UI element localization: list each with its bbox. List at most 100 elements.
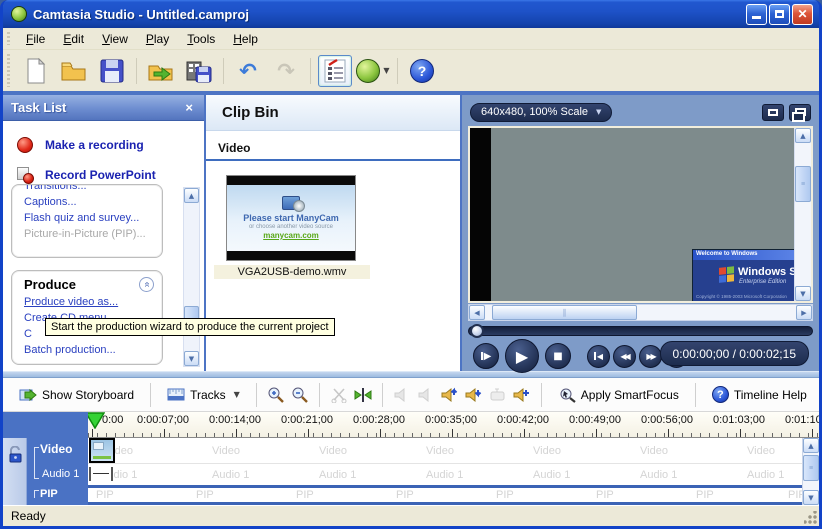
toggle-task-list-button[interactable] [318,55,352,87]
tracks-dropdown-button[interactable]: Tracks ▼ [161,384,246,406]
detach-preview-button[interactable] [789,104,811,121]
add-audio-icon[interactable] [513,387,531,403]
audio-track-row[interactable]: Audio 1 Audio 1 Audio 1 Audio 1 Audio 1 … [88,464,802,485]
toolbar-separator [382,383,383,407]
scrollbar-thumb[interactable]: ≡ [795,166,811,202]
track-watermark: PIP [496,489,514,501]
preview-vertical-scrollbar[interactable]: ▲ ≡ ▼ [794,128,811,301]
scroll-right-icon[interactable]: ▶ [796,305,812,320]
produce-video-as-link[interactable]: Produce video as... [12,294,162,310]
scrollbar-thumb[interactable]: ∥ [492,305,637,320]
scale-selector[interactable]: 640x480, 100% Scale ▼ [470,103,612,122]
playhead-marker[interactable] [88,412,105,429]
track-lock-column[interactable] [3,438,27,505]
seek-bar[interactable] [468,326,813,336]
stop-button[interactable]: ■ [545,343,571,369]
rewind-icon: ◀◀ [620,352,628,361]
undo-button[interactable]: ↶ [231,55,265,87]
ruler-tick-label: 0:00:49;00 [569,414,621,426]
pip-track-row[interactable]: PIP PIP PIP PIP PIP PIP PIP PIP [88,488,802,502]
letterbox-bar [227,251,355,260]
apply-smartfocus-button[interactable]: Apply SmartFocus [552,384,685,406]
scrollbar-thumb[interactable]: ≡ [803,455,819,481]
tracks-icon [167,387,185,403]
audio-up-icon[interactable] [441,387,459,403]
timeline-help-button[interactable]: ? Timeline Help [706,383,813,406]
batch-production-link[interactable]: Batch production... [12,342,162,358]
seek-knob[interactable] [470,324,484,338]
scroll-left-icon[interactable]: ◀ [469,305,485,320]
help-button[interactable]: ? [405,55,439,87]
track-content-area[interactable]: Video Video Video Video Video Video Vide… [88,438,802,505]
timeline-tracks: Video Audio 1 PIP Video Video Video Vide… [3,438,819,505]
produce-share-button[interactable] [182,55,216,87]
minimize-button[interactable] [746,4,767,25]
track-header-column: Video Audio 1 PIP [27,438,88,505]
new-project-button[interactable] [19,55,53,87]
scroll-up-icon[interactable]: ▲ [184,188,199,203]
task-list-close-icon[interactable]: × [182,100,196,115]
maximize-button[interactable] [769,4,790,25]
scroll-up-icon[interactable]: ▲ [803,438,819,453]
scroll-down-icon[interactable]: ▼ [184,351,199,366]
preview-horizontal-scrollbar[interactable]: ◀ ∥ ▶ [468,304,813,321]
menu-view[interactable]: View [93,30,137,48]
video-track-row[interactable]: Video Video Video Video Video Video Vide… [88,438,802,464]
section-divider [206,159,460,161]
thumb-link-text: manycam.com [263,231,319,240]
captions-link[interactable]: Captions... [12,194,162,210]
record-dot-icon [17,137,33,153]
menu-play[interactable]: Play [137,30,178,48]
scroll-up-icon[interactable]: ▲ [795,128,811,143]
smartfocus-icon [558,387,576,403]
import-media-button[interactable] [144,55,178,87]
menu-tools[interactable]: Tools [178,30,224,48]
fast-forward-button[interactable]: ▶▶ [639,345,662,368]
collapse-group-icon[interactable]: « [139,277,154,292]
maximize-icon [775,10,784,18]
horizontal-splitter[interactable] [3,371,819,378]
resize-grip-icon[interactable] [804,511,817,524]
menu-edit[interactable]: Edit [54,30,93,48]
audio-clip[interactable] [89,467,113,481]
make-a-recording-link[interactable]: Make a recording [17,137,144,153]
show-storyboard-button[interactable]: Show Storyboard [13,384,140,406]
scroll-down-icon[interactable]: ▼ [803,490,819,505]
zoom-in-icon[interactable] [267,387,285,403]
task-list-scrollbar[interactable]: ▲ ≡ ▼ [183,187,200,367]
produce-video-button[interactable]: ▼ [356,55,390,87]
clip-filename[interactable]: VGA2USB-demo.wmv [214,265,370,279]
fit-to-window-button[interactable] [762,104,784,121]
play-button[interactable]: ▶ [505,339,539,373]
video-track-label[interactable]: Video [40,442,72,456]
fit-icon [768,109,778,116]
audio-down-icon[interactable] [465,387,483,403]
split-icon[interactable] [354,387,372,403]
clip-thumbnail[interactable]: Please start ManyCam or choose another v… [226,175,356,261]
step-forward-button[interactable]: ▶ [473,343,499,369]
window-title: Camtasia Studio - Untitled.camproj [33,7,746,22]
flash-quiz-link[interactable]: Flash quiz and survey... [12,210,162,226]
new-document-icon [25,58,47,84]
record-powerpoint-link[interactable]: Record PowerPoint [17,167,156,183]
transitions-link[interactable]: Transitions... [12,184,162,194]
menu-help[interactable]: Help [224,30,267,48]
pip-track-label[interactable]: PIP [40,488,58,500]
camtasia-window: Camtasia Studio - Untitled.camproj ✕ Fil… [0,0,822,529]
video-clip[interactable] [89,438,115,463]
tracks-vertical-scrollbar[interactable]: ▲ ≡ ▼ [802,438,819,505]
zoom-out-icon[interactable] [291,387,309,403]
timeline-ruler[interactable]: 0:00 0:00:07;00 0:00:14;00 0:00:21;00 0:… [88,412,819,438]
audio-track-label[interactable]: Audio 1 [42,468,79,480]
ruler-tick-label: 0:00:28;00 [353,414,405,426]
redo-button[interactable]: ↷ [269,55,303,87]
rewind-button[interactable]: ◀◀ [613,345,636,368]
toolbar-separator [223,58,224,84]
save-project-button[interactable] [95,55,129,87]
jump-to-start-button[interactable]: ◀ [587,345,610,368]
scroll-down-icon[interactable]: ▼ [795,286,811,301]
menu-file[interactable]: File [17,30,54,48]
open-project-button[interactable] [57,55,91,87]
close-button[interactable]: ✕ [792,4,813,25]
edit-task-group: Transitions... Captions... Flash quiz an… [11,184,163,258]
